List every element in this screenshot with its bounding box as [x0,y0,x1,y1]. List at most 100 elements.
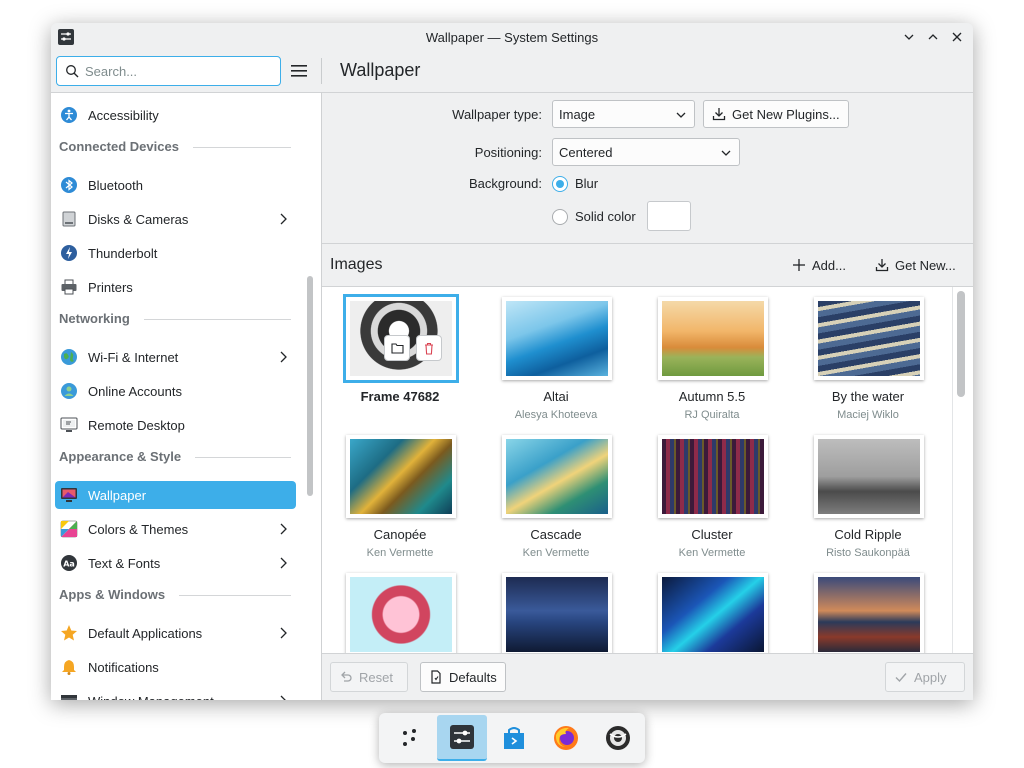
sidebar-item-online-accounts[interactable]: Online Accounts [55,377,296,405]
wallpaper-icon [60,486,78,504]
wallpaper-thumbnail [814,573,924,654]
sidebar-item-notifications[interactable]: Notifications [55,653,296,681]
task-manager-dock [379,713,645,763]
sidebar-header-label: Connected Devices [59,138,179,154]
get-new-images-button[interactable]: Get New... [875,254,956,276]
sidebar-header-networking: Networking [59,309,291,327]
sidebar-item-label: Window Management [88,694,214,701]
wallpaper-thumbnail [502,573,612,654]
wallpaper-tile-by-the-water[interactable]: By the water Maciej Wiklo [790,287,946,425]
wallpaper-name: By the water [831,389,905,404]
printer-icon [60,278,78,296]
sidebar-item-label: Text & Fonts [88,555,161,571]
menu-button[interactable] [289,61,309,81]
search-icon [66,65,79,78]
sidebar-header-apps-windows: Apps & Windows [59,585,291,603]
wallpaper-grid: Frame 47682 Altai Alesya Khoteeva Autumn 5.… [322,286,973,654]
blur-label[interactable]: Blur [575,176,598,191]
close-button[interactable] [947,27,967,47]
positioning-label: Positioning: [474,145,542,160]
wallpaper-tile-altai[interactable]: Altai Alesya Khoteeva [478,287,634,425]
wallpaper-tile-autumn-5-5[interactable]: Autumn 5.5 RJ Quiralta [634,287,790,425]
chevron-down-icon [676,112,686,118]
wallpaper-tile-wallpaper-12[interactable] [790,563,946,654]
add-image-label: Add... [812,257,846,273]
minimize-button[interactable] [899,27,919,47]
search-field[interactable] [56,56,281,86]
apply-button[interactable]: Apply [885,662,965,692]
sidebar-item-text-fonts[interactable]: Aa Text & Fonts [55,549,296,577]
close-icon [952,32,962,42]
chevron-up-icon [928,34,938,40]
bluetooth-icon [60,176,78,194]
dock-item-system-settings[interactable] [437,715,487,761]
accessibility-icon [60,106,78,124]
grid-scrollbar[interactable] [957,291,965,397]
wallpaper-tile-wallpaper-9[interactable] [322,563,478,654]
wallpaper-thumbnail [658,573,768,654]
chevron-right-icon [280,695,286,700]
sidebar-item-remote-desktop[interactable]: Remote Desktop [55,411,296,439]
sidebar-item-window-management[interactable]: Window Management [55,687,296,700]
delete-wallpaper-button[interactable] [416,335,442,361]
sidebar-item-thunderbolt[interactable]: Thunderbolt [55,239,296,267]
get-new-plugins-button[interactable]: Get New Plugins... [703,100,849,128]
remote-desktop-icon [60,416,78,434]
wallpaper-author: Maciej Wiklo [837,409,899,421]
disk-icon [60,210,78,228]
wallpaper-tile-wallpaper-10[interactable] [478,563,634,654]
sidebar-scrollbar[interactable] [307,276,313,496]
sidebar-item-wi-fi-internet[interactable]: Wi-Fi & Internet [55,343,296,371]
sidebar-header-connected-devices: Connected Devices [59,137,291,155]
wallpaper-tile-cascade[interactable]: Cascade Ken Vermette [478,425,634,563]
get-new-plugins-label: Get New Plugins... [732,106,840,122]
wallpaper-thumbnail [658,435,768,518]
wallpaper-name: Cluster [691,527,733,542]
solid-color-radio[interactable] [552,209,568,225]
wallpaper-tile-frame-47682[interactable]: Frame 47682 [322,287,478,425]
blur-radio[interactable] [552,176,568,192]
discover-store-icon [501,725,527,751]
sidebar-item-printers[interactable]: Printers [55,273,296,301]
folder-icon [390,343,404,354]
wallpaper-tile-wallpaper-11[interactable] [634,563,790,654]
wallpaper-type-combo[interactable]: Image [552,100,695,128]
sidebar-item-wallpaper[interactable]: Wallpaper [55,481,296,509]
open-folder-button[interactable] [384,335,410,361]
sidebar-item-disks-cameras[interactable]: Disks & Cameras [55,205,296,233]
dock-item-firefox[interactable] [541,715,591,761]
dock-item-wallpaper-app[interactable] [593,715,643,761]
chevron-down-icon [904,34,914,40]
wallpaper-name: Altai [543,389,569,404]
positioning-combo[interactable]: Centered [552,138,740,166]
add-image-button[interactable]: Add... [792,254,846,276]
wallpaper-tile-cluster[interactable]: Cluster Ken Vermette [634,425,790,563]
fonts-icon: Aa [60,554,78,572]
sidebar-header-label: Appearance & Style [59,448,182,464]
download-icon [712,108,726,121]
document-icon [431,670,441,684]
sidebar-item-label: Colors & Themes [88,521,189,537]
thunderbolt-icon [60,244,78,262]
title-bar[interactable]: Wallpaper — System Settings [51,23,973,51]
sidebar-item-colors-themes[interactable]: Colors & Themes [55,515,296,543]
reset-button[interactable]: Reset [330,662,408,692]
dock-item-discover-store[interactable] [489,715,539,761]
wallpaper-thumbnail [346,573,456,654]
wallpaper-type-label: Wallpaper type: [452,107,542,122]
download-icon [875,259,889,272]
defaults-button[interactable]: Defaults [420,662,506,692]
dock-item-app-launcher[interactable] [385,715,435,761]
sidebar-item-default-applications[interactable]: Default Applications [55,619,296,647]
wallpaper-tile-canop-e[interactable]: Canopée Ken Vermette [322,425,478,563]
wallpaper-tile-cold-ripple[interactable]: Cold Ripple Risto Saukonpää [790,425,946,563]
window-icon [60,692,78,700]
solid-color-swatch[interactable] [647,201,691,231]
sidebar-item-bluetooth[interactable]: Bluetooth [55,171,296,199]
positioning-value: Centered [559,144,613,160]
wallpaper-author: Ken Vermette [366,547,434,559]
maximize-button[interactable] [923,27,943,47]
sidebar-item-accessibility[interactable]: Accessibility [55,101,296,129]
search-input[interactable] [85,63,265,79]
solid-color-label[interactable]: Solid color [575,209,636,224]
